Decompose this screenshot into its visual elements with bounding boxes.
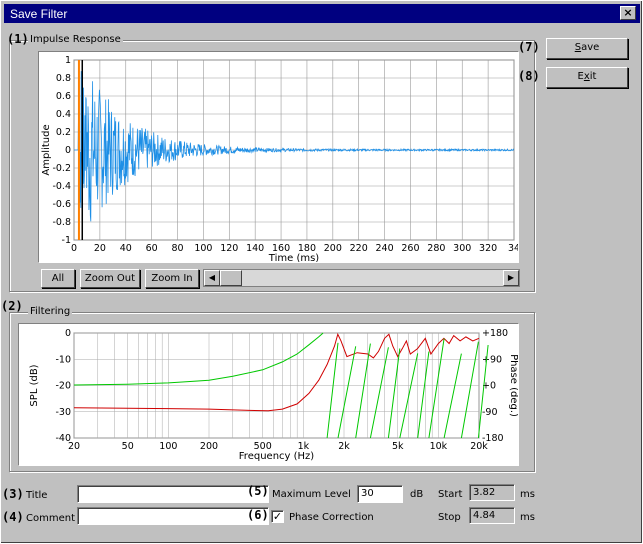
impulse-x-tick-label: 20 — [94, 243, 106, 254]
window-title: Save Filter — [10, 7, 68, 21]
save-button[interactable]: Save — [546, 38, 628, 59]
impulse-response-chart-panel: 0 20 40 60 80 100 120 140 160 180 200 220 240 260 280 3… — [38, 51, 519, 263]
impulse-x-tick-label: 0 — [71, 243, 77, 254]
phase-correction-checkbox[interactable]: ✓ — [271, 510, 284, 523]
impulse-x-tick-label: 220 — [350, 243, 368, 254]
filter-y-axis-label: SPL (dB) — [29, 364, 40, 406]
filter-x-tick-label: 10k — [430, 441, 448, 452]
marker-5: (5) — [247, 484, 269, 498]
impulse-x-tick-label: 140 — [246, 243, 264, 254]
filter-x-tick-label: 100 — [159, 441, 177, 452]
filter-y-tick-label: -10 — [55, 354, 71, 365]
marker-6: (6) — [247, 508, 269, 522]
comment-label: Comment — [26, 513, 75, 524]
stop-value-field: 4.84 — [469, 507, 515, 524]
exit-button[interactable]: Exit — [546, 67, 628, 88]
impulse-y-tick-label: 0.2 — [56, 127, 71, 138]
scroll-left-arrow-icon[interactable]: ◀ — [204, 270, 220, 286]
filter-y-tick-label: 0 — [65, 328, 71, 339]
save-filter-window: Save Filter × Impulse Response (1) 0 20 40… — [0, 0, 643, 544]
title-bar: Save Filter × — [4, 4, 640, 23]
filter-x-tick-label: 50 — [122, 441, 134, 452]
marker-4: (4) — [2, 510, 24, 524]
save-label-rest: ave — [581, 42, 600, 53]
impulse-x-tick-label: 120 — [220, 243, 238, 254]
marker-3: (3) — [2, 487, 24, 501]
impulse-horizontal-scrollbar[interactable]: ◀ ▶ — [203, 269, 520, 287]
filtering-chart: 20 50 100 200 500 1k 2k 5k 10k 20k0-10-20-30-40+1… — [29, 328, 518, 462]
all-button[interactable]: All — [41, 269, 75, 288]
filter-y-tick-label: -30 — [55, 407, 71, 418]
impulse-x-tick-label: 300 — [453, 243, 471, 254]
impulse-response-chart: 0 20 40 60 80 100 120 140 160 180 200 220 240 260 280 3… — [41, 55, 518, 262]
maximum-level-unit: dB — [410, 489, 424, 500]
start-value-field: 3.82 — [469, 484, 515, 501]
filtering-chart-panel: 20 50 100 200 500 1k 2k 5k 10k 20k 0 -10 -20 -30 -40 +1… — [18, 323, 519, 466]
maximum-level-input[interactable]: 30 — [357, 485, 403, 503]
marker-8: (8) — [518, 69, 540, 83]
title-label: Title — [26, 490, 48, 501]
phase-correction-label: Phase Correction — [289, 512, 374, 523]
impulse-x-tick-label: 200 — [324, 243, 342, 254]
impulse-y-tick-label: -0.6 — [52, 199, 71, 210]
impulse-response-group-label: Impulse Response — [28, 34, 123, 46]
filter-x-axis-label: Frequency (Hz) — [239, 451, 315, 462]
impulse-y-tick-label: 0.8 — [56, 73, 71, 84]
filter-y2-axis-label: Phase (deg.) — [508, 354, 518, 417]
scroll-thumb[interactable] — [220, 270, 242, 286]
stop-unit: ms — [520, 512, 535, 523]
title-input[interactable] — [77, 485, 269, 503]
filter-x-tick-label: 200 — [200, 441, 218, 452]
filter-x-tick-label: 5k — [392, 441, 404, 452]
impulse-x-tick-label: 260 — [401, 243, 419, 254]
filter-y2-tick-label: -180 — [482, 433, 504, 444]
impulse-y-tick-label: -0.8 — [52, 217, 71, 228]
marker-1: (1) — [7, 32, 29, 46]
filter-y2-tick-label: -90 — [482, 407, 498, 418]
marker-7: (7) — [518, 40, 540, 54]
marker-2: (2) — [1, 299, 23, 313]
filter-x-tick-label: 2k — [338, 441, 350, 452]
impulse-x-tick-label: 320 — [479, 243, 497, 254]
stop-label: Stop — [438, 512, 461, 523]
impulse-x-tick-label: 80 — [171, 243, 183, 254]
exit-label-rest: it — [589, 71, 597, 82]
maximum-level-label: Maximum Level — [272, 489, 351, 500]
impulse-y-tick-label: 1 — [65, 55, 71, 66]
impulse-x-tick-label: 280 — [427, 243, 445, 254]
impulse-x-tick-label: 60 — [146, 243, 158, 254]
close-button[interactable]: × — [620, 6, 636, 20]
impulse-x-tick-label: 100 — [194, 243, 212, 254]
impulse-x-tick-label: 40 — [120, 243, 132, 254]
filter-y-tick-label: -40 — [55, 433, 71, 444]
impulse-y-tick-label: -0.4 — [52, 181, 71, 192]
filter-y-tick-label: -20 — [55, 381, 71, 392]
impulse-y-tick-label: -0.2 — [52, 163, 71, 174]
zoom-out-button[interactable]: Zoom Out — [80, 269, 140, 288]
comment-input[interactable] — [77, 507, 269, 525]
impulse-x-axis-label: Time (ms) — [268, 253, 320, 262]
impulse-y-tick-label: 0.6 — [56, 91, 71, 102]
impulse-x-tick-label: 240 — [376, 243, 394, 254]
zoom-in-button[interactable]: Zoom In — [145, 269, 199, 288]
start-unit: ms — [520, 489, 535, 500]
impulse-x-tick-label: 34 — [508, 243, 518, 254]
start-label: Start — [438, 489, 463, 500]
filter-y2-tick-label: +90 — [482, 354, 502, 365]
impulse-y-axis-label: Amplitude — [41, 124, 52, 175]
filtering-group-label: Filtering — [28, 306, 73, 318]
impulse-y-tick-label: 0.4 — [56, 109, 71, 120]
impulse-y-tick-label: 0 — [65, 145, 71, 156]
impulse-y-tick-label: -1 — [62, 235, 71, 246]
scroll-right-arrow-icon[interactable]: ▶ — [503, 270, 519, 286]
filter-y2-tick-label: +180 — [482, 328, 508, 339]
